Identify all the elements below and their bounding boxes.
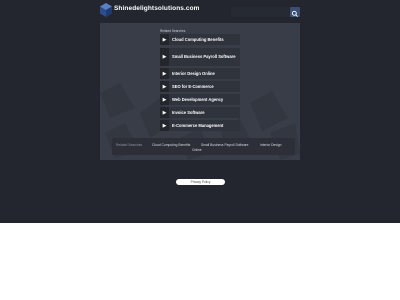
cube-logo-icon[interactable] [100,3,112,17]
related-link-label: Web Development Agency [172,96,224,102]
header: Shinedelightsolutions.com [100,3,300,19]
related-link-cloud-computing[interactable]: ▶ Cloud Computing Benefits [160,34,240,45]
chevron-right-icon: ▶ [160,68,169,79]
search-icon [291,10,298,17]
footer-link-interior-design[interactable]: Interior Design [260,143,281,147]
related-link-label: Cloud Computing Benefits [172,36,224,42]
footer-link-payroll-software[interactable]: Small Business Payroll Software [201,143,248,147]
chevron-right-icon: ▶ [160,120,169,131]
related-link-label: Small Business Payroll Software [172,54,236,60]
related-link-ecommerce-management[interactable]: ▶ E-Commerce Management [160,120,240,131]
related-link-web-development[interactable]: ▶ Web Development Agency [160,94,240,105]
related-link-interior-design[interactable]: ▶ Interior Design Online [160,68,240,79]
chevron-right-icon: ▶ [160,34,169,45]
related-link-payroll-software[interactable]: ▶ Small Business Payroll Software [160,48,240,66]
chevron-right-icon: ▶ [160,48,169,66]
related-link-invoice-software[interactable]: ▶ Invoice Software [160,107,240,118]
chevron-right-icon: ▶ [160,94,169,105]
related-link-label: Interior Design Online [172,70,215,76]
related-link-label: Invoice Software [172,109,205,115]
footer-link-cloud-computing[interactable]: Cloud Computing Benefits [152,143,190,147]
footer-links-bar: Related Searches Cloud Computing Benefit… [112,138,295,155]
search-button[interactable] [290,7,300,17]
search-input[interactable] [231,7,289,17]
privacy-policy-button[interactable]: Privacy Policy [176,179,225,185]
chevron-right-icon: ▶ [160,107,169,118]
site-title[interactable]: Shinedelightsolutions.com [114,5,200,12]
related-link-seo-ecommerce[interactable]: ▶ SEO for E-Commerce [160,81,240,92]
related-link-label: E-Commerce Management [172,122,224,128]
related-link-label: SEO for E-Commerce [172,83,214,89]
footer-link-related-searches[interactable]: Related Searches [116,143,142,147]
related-searches-label: Related Searches [160,29,186,33]
footer-link-online[interactable]: Online [192,148,202,152]
chevron-right-icon: ▶ [160,81,169,92]
